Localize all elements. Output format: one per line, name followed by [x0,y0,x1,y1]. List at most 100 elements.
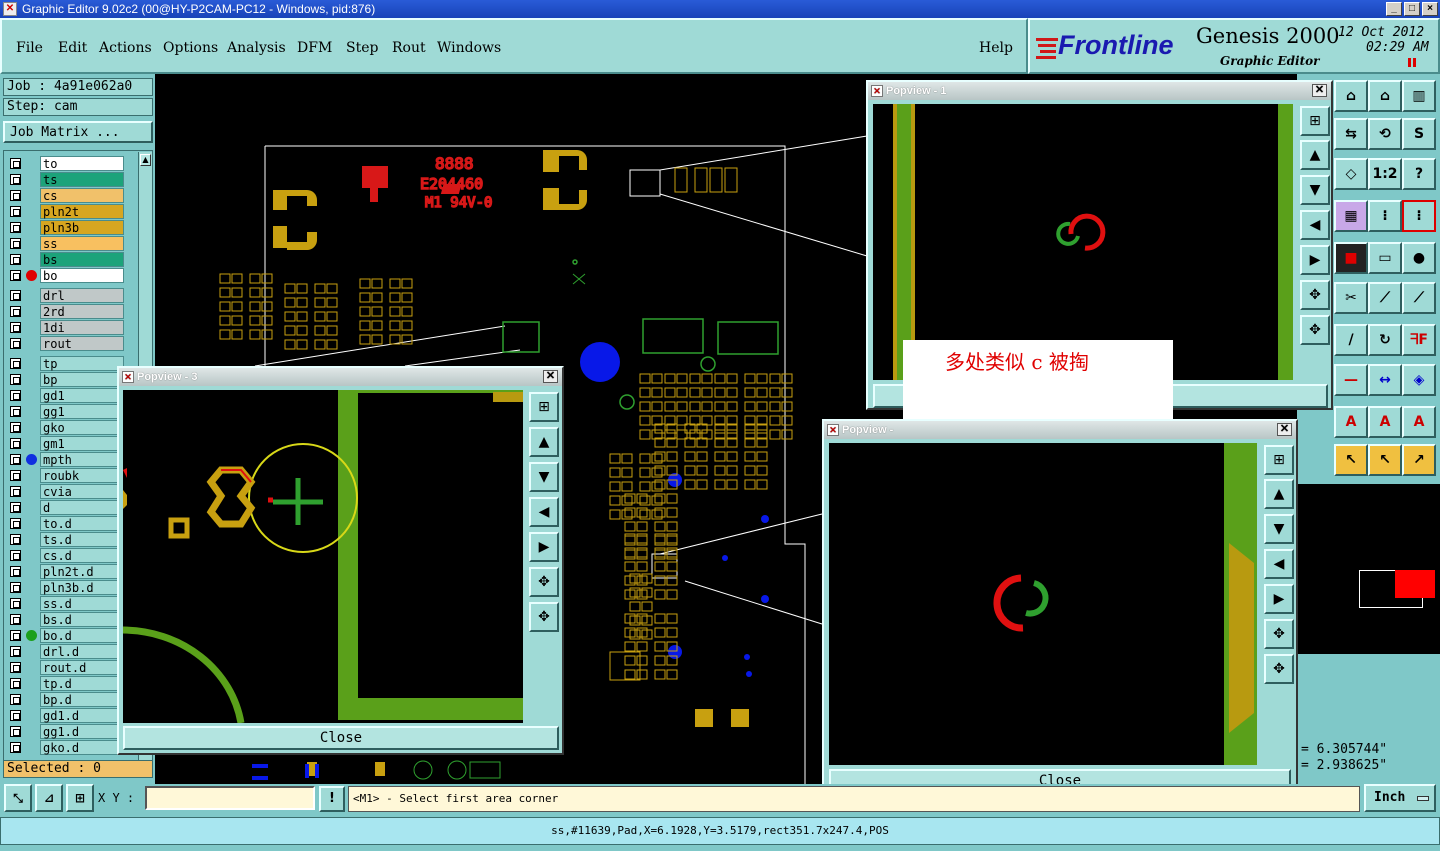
xy-input[interactable] [145,786,315,810]
menu-windows[interactable]: Windows [437,40,501,56]
layer-row[interactable]: bp [6,372,124,387]
layer-checkbox[interactable] [10,678,21,689]
layer-row[interactable]: mpth [6,452,124,467]
unit-selector[interactable]: Inch [1364,784,1436,812]
popview-3-zoom-in-icon[interactable]: ⊞ [529,392,559,422]
popview-2-fit-icon[interactable]: ✥ [1264,619,1294,649]
layer-name[interactable]: tp [40,356,124,371]
popview-2-left-icon[interactable]: ◀ [1264,549,1294,579]
popview-3-move-icon[interactable]: ✥ [529,602,559,632]
measure-icon[interactable]: ↔ [1368,364,1402,396]
zoom-home-icon[interactable]: ⌂ [1334,80,1368,112]
rotate-view-icon[interactable]: ⟲ [1368,118,1402,150]
layer-name[interactable]: cs.d [40,548,124,563]
layer-name[interactable]: pln2t.d [40,564,124,579]
layer-checkbox[interactable] [10,206,21,217]
layer-checkbox[interactable] [10,322,21,333]
grid-snap-icon[interactable]: ⊞ [66,784,94,812]
layer-checkbox[interactable] [10,422,21,433]
popview-3-view[interactable] [123,390,523,723]
ruler-measure-icon[interactable]: ⊿ [35,784,63,812]
layer-row[interactable]: cs [6,188,124,203]
layer-name[interactable]: bp [40,372,124,387]
layer-name[interactable]: pln3b.d [40,580,124,595]
layer-checkbox[interactable] [10,518,21,529]
layer-name[interactable]: pln3b [40,220,124,235]
layer-checkbox[interactable] [10,598,21,609]
layer-row[interactable]: bo [6,268,124,283]
layer-checkbox[interactable] [10,306,21,317]
triangle-b-icon[interactable]: A [1368,406,1402,438]
home-view-icon[interactable]: ⌂ [1368,80,1402,112]
layer-checkbox[interactable] [10,486,21,497]
popview-3-close-button[interactable]: Close [123,726,559,750]
mirror-icon[interactable]: ᖷF [1402,324,1436,356]
layer-name[interactable]: tp.d [40,676,124,691]
layer-name[interactable]: ts [40,172,124,187]
popview-2-view[interactable] [829,443,1257,765]
layer-checkbox[interactable] [10,290,21,301]
scale-one-to-one-icon[interactable]: 1:2 [1368,158,1402,190]
layer-name[interactable]: gm1 [40,436,124,451]
query-icon[interactable]: ? [1402,158,1436,190]
popview-1-right-icon[interactable]: ▶ [1300,245,1330,275]
layer-row[interactable]: pln3b [6,220,124,235]
layer-name[interactable]: pln2t [40,204,124,219]
layer-checkbox[interactable] [10,566,21,577]
popview-1-view[interactable] [873,104,1293,380]
menu-edit[interactable]: Edit [58,40,87,56]
layer-row[interactable]: gg1.d [6,724,124,739]
line-edit-icon[interactable]: / [1334,324,1368,356]
layer-checkbox[interactable] [10,406,21,417]
menu-actions[interactable]: Actions [99,40,152,56]
pause-icon[interactable] [1408,58,1416,67]
layer-row[interactable]: d [6,500,124,515]
menu-options[interactable]: Options [163,40,218,56]
layer-name[interactable]: ts.d [40,532,124,547]
fit-icon[interactable]: ◇ [1334,158,1368,190]
layer-name[interactable]: gd1.d [40,708,124,723]
layer-row[interactable]: rout.d [6,660,124,675]
layer-checkbox[interactable] [10,238,21,249]
layer-row[interactable]: gm1 [6,436,124,451]
layer-name[interactable]: drl.d [40,644,124,659]
layer-checkbox[interactable] [10,222,21,233]
layer-row[interactable]: roubk [6,468,124,483]
layer-row[interactable]: gg1 [6,404,124,419]
popview-2-close-icon[interactable]: ✕ [1277,423,1292,436]
menu-analysis[interactable]: Analysis [227,40,286,56]
layer-row[interactable]: cvia [6,484,124,499]
layer-name[interactable]: gg1 [40,404,124,419]
layer-row[interactable]: ss.d [6,596,124,611]
layer-name[interactable]: to [40,156,124,171]
popview-1-fit-icon[interactable]: ✥ [1300,280,1330,310]
layer-name[interactable]: ss.d [40,596,124,611]
layer-checkbox[interactable] [10,662,21,673]
layer-checkbox[interactable] [10,470,21,481]
line-draw-icon[interactable]: ⟋ [1368,282,1402,314]
select-net-icon[interactable]: ↗ [1402,444,1436,476]
layer-name[interactable]: to.d [40,516,124,531]
line-snap-icon[interactable]: ⟋ [1402,282,1436,314]
popview-1-move-icon[interactable]: ✥ [1300,315,1330,345]
menu-rout[interactable]: Rout [392,40,426,56]
layer-row[interactable]: cs.d [6,548,124,563]
layer-name[interactable]: 2rd [40,304,124,319]
layer-name[interactable]: bs [40,252,124,267]
popview-3-right-icon[interactable]: ▶ [529,532,559,562]
zoom-area-icon[interactable]: ⤡ [4,784,32,812]
layer-row[interactable]: bp.d [6,692,124,707]
minimize-button[interactable]: _ [1386,2,1402,16]
layer-row[interactable]: bs [6,252,124,267]
layer-name[interactable]: d [40,500,124,515]
move-icon[interactable]: ◈ [1402,364,1436,396]
traffic-light-icon[interactable]: ⁝ [1368,200,1402,232]
layer-checkbox[interactable] [10,726,21,737]
select-arrow-icon[interactable]: ↖ [1334,444,1368,476]
layer-checkbox[interactable] [10,254,21,265]
layer-row[interactable]: tp [6,356,124,371]
layer-row[interactable]: rout [6,336,124,351]
layer-name[interactable]: bo [40,268,124,283]
ruler-icon[interactable]: ▭ [1368,242,1402,274]
layer-name[interactable]: drl [40,288,124,303]
